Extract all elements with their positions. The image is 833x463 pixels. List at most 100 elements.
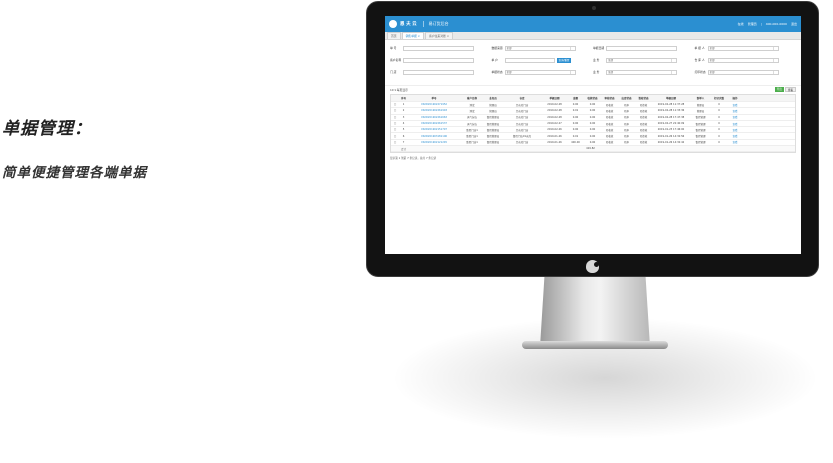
created-time: 2019-01-26 14:32:56: [657, 134, 685, 138]
print-count: 0: [718, 140, 720, 144]
filter-label: 单 号: [390, 46, 397, 50]
business-type-select[interactable]: 全部: [606, 69, 677, 75]
column-header[interactable]: 单号: [408, 96, 460, 100]
row-sequence: 4: [402, 122, 405, 126]
warehouse-person-select[interactable]: 全部: [707, 57, 779, 63]
column-header[interactable]: 业务员: [484, 96, 502, 100]
print-count: 0: [718, 103, 720, 107]
promo-title: 单据管理：: [2, 119, 92, 139]
header-link-online[interactable]: 在线: [738, 22, 744, 26]
column-header[interactable]: 制单人: [690, 96, 711, 100]
row-sequence: 5: [402, 128, 405, 132]
salesperson: 鲁巴管理员: [486, 141, 500, 145]
filter-label: 门 店: [390, 70, 397, 74]
order-number-link[interactable]: XSXD201903181106: [408, 135, 460, 138]
order-number-link[interactable]: XSXD201902271952: [408, 103, 460, 106]
row-checkbox[interactable]: □: [391, 116, 399, 119]
warehouse: 主仓库门店: [515, 116, 529, 120]
receipt-status: 已签收: [639, 128, 648, 132]
row-checkbox[interactable]: □: [391, 109, 399, 112]
column-header[interactable]: 单据日期: [652, 96, 690, 100]
view-button[interactable]: 查看: [784, 87, 796, 92]
order-number-link[interactable]: XSXD201902121245: [408, 141, 460, 144]
receipt-status: 已签收: [639, 116, 648, 120]
view-action-link[interactable]: 查看: [727, 103, 743, 107]
page-size-select[interactable]: 10 ▾ 每页显示: [390, 88, 408, 92]
payment-status: 0.00: [589, 115, 596, 119]
creator: 管理员: [696, 103, 705, 107]
creator: 鲁巴管理: [695, 135, 706, 139]
row-sequence: 6: [402, 134, 405, 138]
order-number-link[interactable]: XSXD201902261918: [408, 109, 460, 112]
monitor-stand-base: [522, 341, 668, 349]
order-number-link[interactable]: XSXD201902261663: [408, 116, 460, 119]
system-name: 易订货后台: [422, 21, 449, 27]
print-status-select[interactable]: 全部: [707, 69, 779, 75]
account-input[interactable]: [504, 57, 555, 63]
column-header[interactable]: 金额: [567, 96, 584, 100]
row-checkbox[interactable]: □: [391, 122, 399, 125]
view-action-link[interactable]: 查看: [727, 134, 743, 138]
export-button[interactable]: 导出: [774, 87, 784, 92]
document-status-select[interactable]: 全部: [504, 69, 576, 75]
receipt-status: 已签收: [639, 109, 648, 113]
filter-label: 单据状态: [491, 70, 503, 74]
column-header[interactable]: 审核状态: [601, 96, 618, 100]
order-number-link[interactable]: XSXD201902261537: [408, 122, 460, 125]
tab-sales-documents[interactable]: 销售单据 ×: [401, 32, 425, 39]
warehouse: 主仓库门店: [515, 128, 529, 132]
tab-customer-reconciliation[interactable]: 客户往来对账 ×: [425, 32, 454, 39]
brand-name: 恩 夫 云: [400, 22, 417, 27]
apple-logo-icon: [586, 260, 599, 273]
print-count: 0: [718, 134, 720, 138]
filter-row: 单 号 数据来源 全部 单据日期 单 据 人全部: [390, 43, 796, 53]
audit-status: 已收款: [605, 141, 614, 145]
filter-label: 业 务: [593, 70, 600, 74]
tab-home[interactable]: 首页: [387, 32, 401, 39]
order-number-input[interactable]: [403, 45, 474, 51]
column-header[interactable]: 签收状态: [635, 96, 652, 100]
audit-status: 已收款: [605, 128, 614, 132]
view-action-link[interactable]: 查看: [727, 122, 743, 126]
customer-name-input[interactable]: [403, 57, 474, 63]
view-action-link[interactable]: 查看: [727, 128, 743, 132]
outbound-status: 已审: [623, 109, 629, 113]
business-select[interactable]: 全部: [606, 57, 677, 63]
header-link-logout[interactable]: 退出: [791, 22, 797, 26]
column-header[interactable]: 单据日期: [542, 96, 567, 100]
search-button[interactable]: 查询/重置: [556, 57, 572, 63]
view-action-link[interactable]: 查看: [727, 109, 743, 113]
column-header[interactable]: 出库状态: [618, 96, 635, 100]
promo-subtitle: 简单便捷管理各端单据: [2, 165, 147, 181]
grid-toolbar: 10 ▾ 每页显示 导出 查看: [385, 85, 801, 93]
audit-status: 已收款: [605, 122, 614, 126]
salesperson: 管理员: [489, 103, 497, 107]
print-count: 0: [718, 128, 720, 132]
document-date-input[interactable]: [606, 45, 677, 51]
column-header[interactable]: 打印次数: [711, 96, 727, 100]
customer-name: 测试: [469, 103, 475, 107]
table-body: □ 1 XSXD201902271952 测试 管理员 主仓库门店 2019-02-28 0.…: [391, 102, 795, 147]
column-header[interactable]: 仓库: [502, 96, 542, 100]
creator: 鲁巴管理: [695, 128, 706, 132]
filter-label: 打印状态: [694, 70, 706, 74]
row-checkbox[interactable]: □: [391, 141, 399, 144]
row-checkbox[interactable]: □: [391, 103, 399, 106]
receipt-status: 已签收: [639, 122, 648, 126]
filter-label: 业 务: [593, 58, 600, 62]
outbound-status: 已审: [623, 135, 629, 139]
tab-bar: 首页 销售单据 × 客户往来对账 ×: [385, 32, 801, 40]
column-header[interactable]: 收款状态: [584, 96, 601, 100]
filter-label: 仓 库 人: [694, 58, 705, 62]
store-input[interactable]: [403, 69, 474, 75]
header-link-user[interactable]: 管理员: [748, 22, 757, 26]
row-checkbox[interactable]: □: [391, 135, 399, 138]
view-action-link[interactable]: 查看: [727, 140, 743, 144]
view-action-link[interactable]: 查看: [727, 115, 743, 119]
header-link-phone: 400-000-0000: [765, 22, 787, 26]
data-source-select[interactable]: 全部: [504, 45, 576, 51]
order-number-link[interactable]: XSXD201902151797: [408, 128, 460, 131]
column-header[interactable]: 客户名称: [460, 96, 484, 100]
row-checkbox[interactable]: □: [391, 128, 399, 131]
creator-select[interactable]: 全部: [707, 45, 779, 51]
